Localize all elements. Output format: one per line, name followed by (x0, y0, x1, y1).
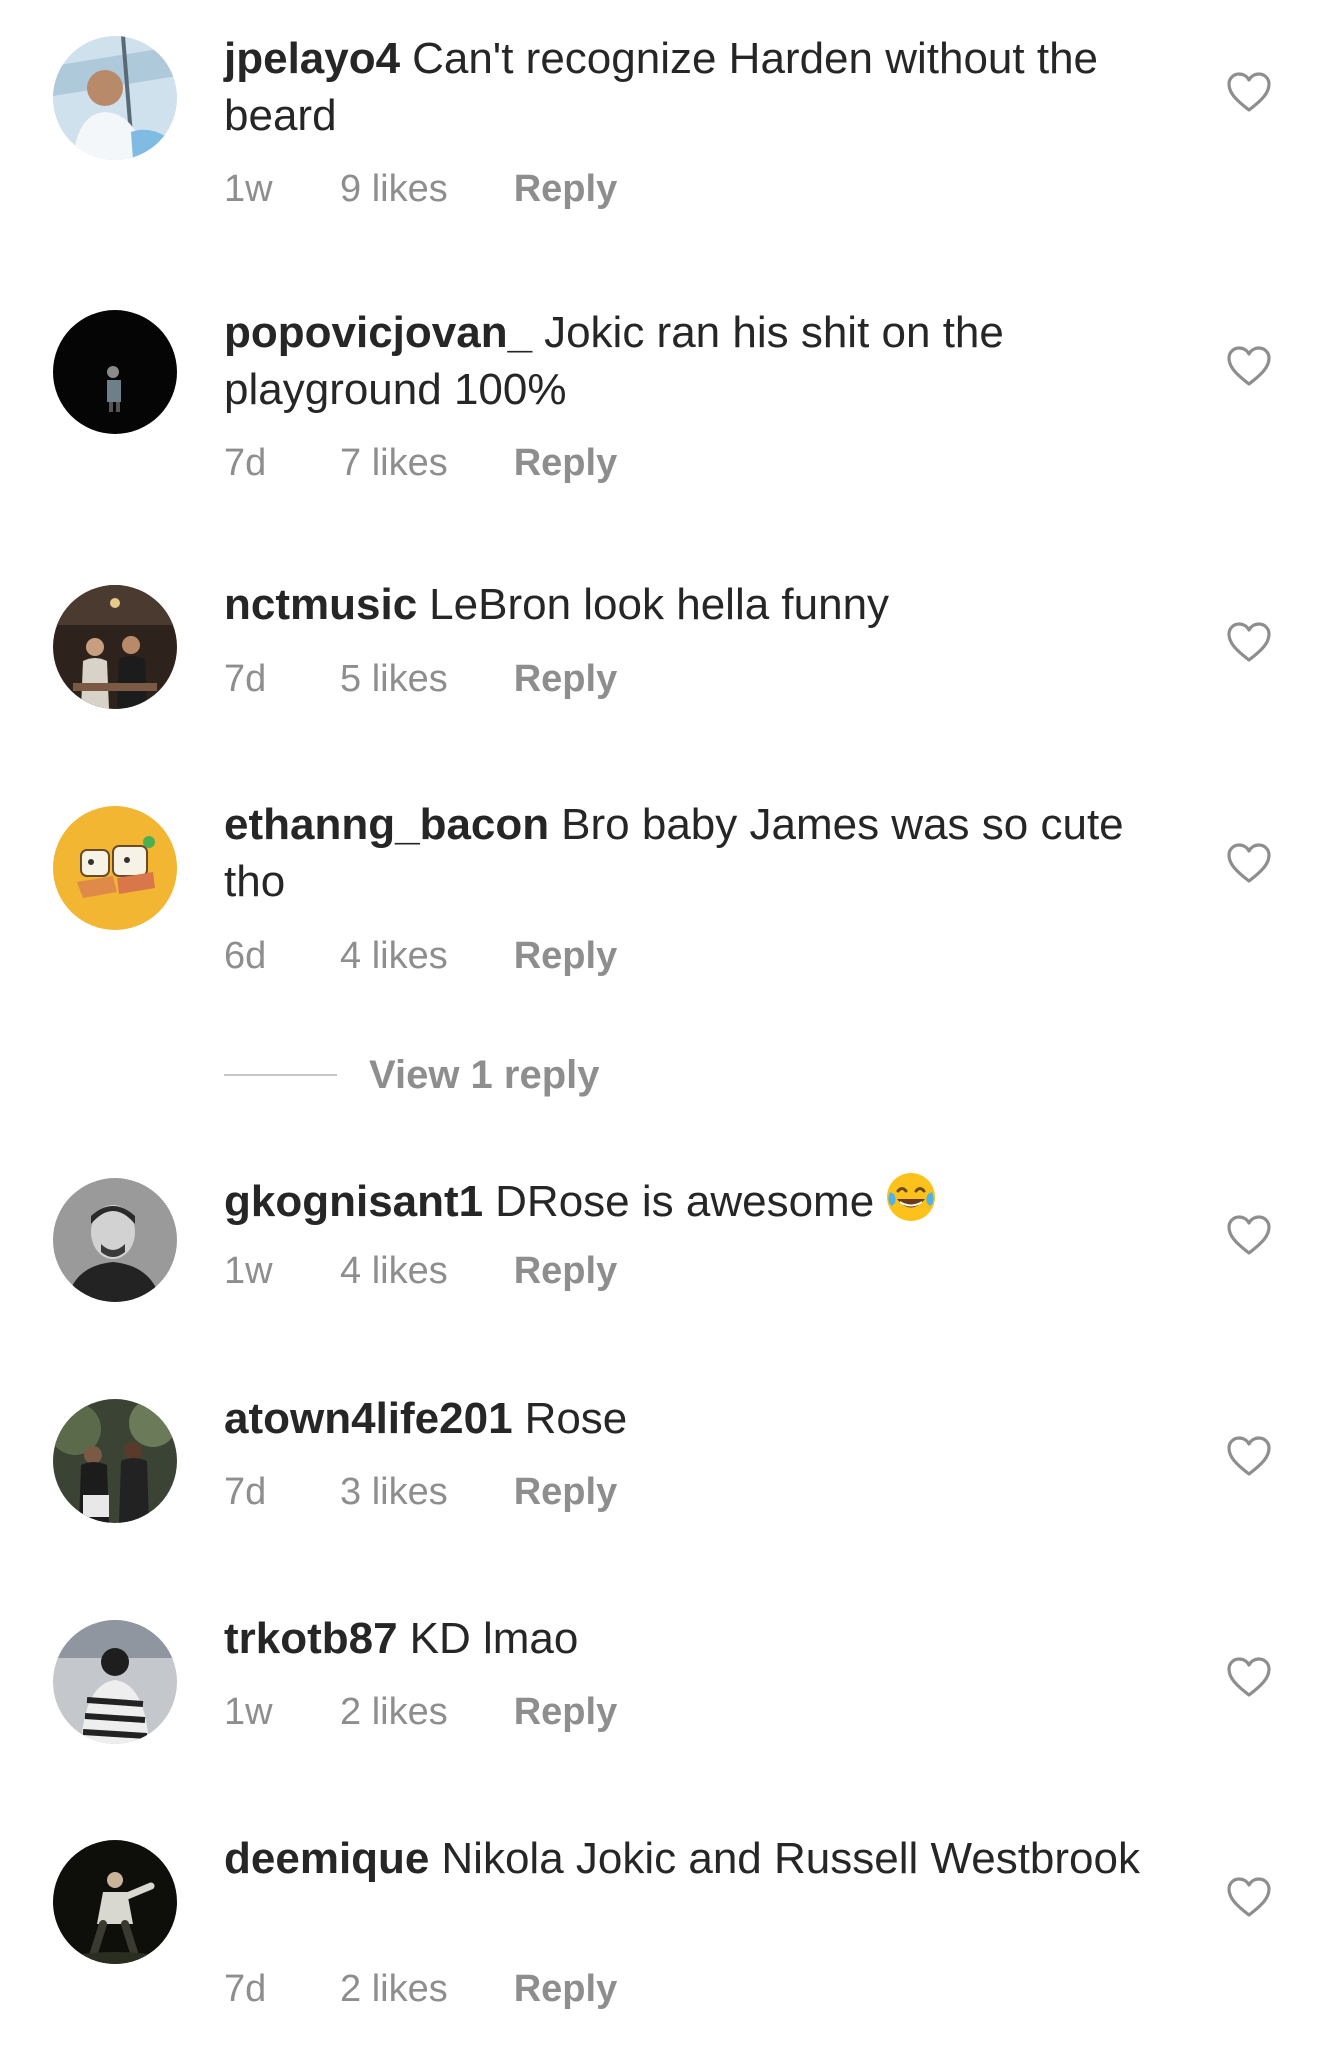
reply-button[interactable]: Reply (514, 168, 617, 211)
comment-meta: 1w 2 likes Reply (224, 1691, 617, 1734)
comment-meta: 7d 2 likes Reply (224, 1968, 617, 2011)
comment-username[interactable]: trkotb87 (224, 1614, 398, 1663)
comment-meta: 7d 7 likes Reply (224, 442, 617, 485)
view-replies-label[interactable]: View 1 reply (369, 1053, 600, 1098)
comment-meta: 1w 4 likes Reply (224, 1250, 617, 1293)
comment-text: ethanng_bacon Bro baby James was so cute … (224, 796, 1184, 910)
reply-button[interactable]: Reply (514, 1968, 617, 2011)
heart-outline-icon[interactable] (1226, 1876, 1272, 1918)
avatar[interactable] (53, 1178, 177, 1302)
comment-time: 7d (224, 442, 267, 484)
heart-outline-icon[interactable] (1226, 842, 1272, 884)
comment-time: 1w (224, 1250, 273, 1292)
avatar[interactable] (53, 1620, 177, 1744)
heart-outline-icon[interactable] (1226, 345, 1272, 387)
heart-outline-icon[interactable] (1226, 71, 1272, 113)
reply-button[interactable]: Reply (514, 935, 617, 978)
comment-likes[interactable]: 3 likes (340, 1471, 448, 1514)
heart-outline-icon[interactable] (1226, 1214, 1272, 1256)
reply-button[interactable]: Reply (514, 1691, 617, 1734)
comment-body: Nikola Jokic and Russell Westbrook (441, 1834, 1140, 1883)
avatar[interactable] (53, 1399, 177, 1523)
comment-username[interactable]: ethanng_bacon (224, 800, 549, 849)
comment-meta: 7d 5 likes Reply (224, 658, 617, 701)
comment-likes[interactable]: 4 likes (340, 1250, 448, 1293)
avatar[interactable] (53, 806, 177, 930)
reply-button[interactable]: Reply (514, 1471, 617, 1514)
comment-likes[interactable]: 5 likes (340, 658, 448, 701)
avatar[interactable] (53, 36, 177, 160)
comment-time: 7d (224, 1471, 267, 1513)
comment-text: atown4life201 Rose (224, 1390, 1184, 1447)
comment-text: popovicjovan_ Jokic ran his shit on the p… (224, 304, 1184, 418)
comment-username[interactable]: nctmusic (224, 580, 417, 629)
comment-body: LeBron look hella funny (429, 580, 890, 629)
comment-body: Rose (524, 1394, 628, 1443)
comment-text: gkognisant1 DRose is awesome (224, 1170, 1184, 1230)
comment-text: jpelayo4 Can't recognize Harden without t… (224, 30, 1184, 144)
reply-button[interactable]: Reply (514, 658, 617, 701)
comment-likes[interactable]: 2 likes (340, 1691, 448, 1734)
comment-username[interactable]: atown4life201 (224, 1394, 513, 1443)
heart-outline-icon[interactable] (1226, 621, 1272, 663)
comment-time: 7d (224, 1968, 267, 2010)
heart-outline-icon[interactable] (1226, 1435, 1272, 1477)
comment-body: DRose is awesome (495, 1177, 875, 1226)
avatar[interactable] (53, 310, 177, 434)
comment-username[interactable]: jpelayo4 (224, 34, 400, 83)
comment-likes[interactable]: 4 likes (340, 935, 448, 978)
avatar[interactable] (53, 1840, 177, 1964)
comment-username[interactable]: gkognisant1 (224, 1177, 483, 1226)
comment-text: deemique Nikola Jokic and Russell Westbro… (224, 1830, 1184, 1887)
comment-likes[interactable]: 2 likes (340, 1968, 448, 2011)
comment-meta: 6d 4 likes Reply (224, 935, 617, 978)
reply-button[interactable]: Reply (514, 442, 617, 485)
comment-likes[interactable]: 7 likes (340, 442, 448, 485)
comment-time: 1w (224, 168, 273, 210)
view-replies-divider (224, 1074, 337, 1076)
avatar[interactable] (53, 585, 177, 709)
view-replies-button[interactable]: View 1 reply (224, 1050, 600, 1100)
comment-body: KD lmao (409, 1614, 579, 1663)
comment-time: 1w (224, 1691, 273, 1733)
comment-text: nctmusic LeBron look hella funny (224, 576, 1184, 633)
comment-text: trkotb87 KD lmao (224, 1610, 1184, 1667)
heart-outline-icon[interactable] (1226, 1656, 1272, 1698)
comment-meta: 1w 9 likes Reply (224, 168, 617, 211)
comment-likes[interactable]: 9 likes (340, 168, 448, 211)
comment-time: 7d (224, 658, 267, 700)
comment-username[interactable]: deemique (224, 1834, 429, 1883)
comment-username[interactable]: popovicjovan_ (224, 308, 532, 357)
face-with-tears-of-joy-emoji (884, 1170, 938, 1224)
reply-button[interactable]: Reply (514, 1250, 617, 1293)
comment-meta: 7d 3 likes Reply (224, 1471, 617, 1514)
comment-time: 6d (224, 935, 267, 977)
